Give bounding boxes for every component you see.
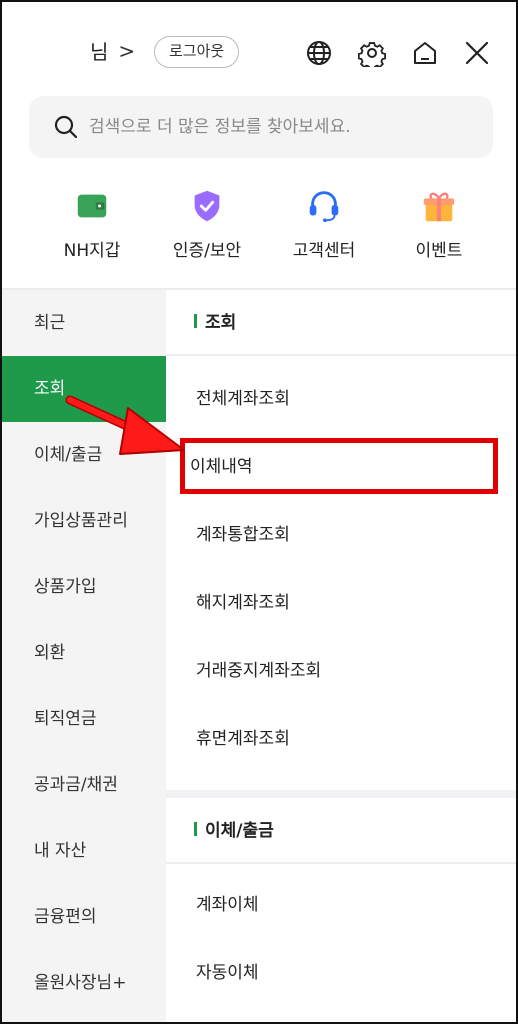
section-accent-bar <box>194 822 197 836</box>
user-name: 님 <box>90 40 109 64</box>
user-profile-link[interactable]: 님 > <box>90 36 135 65</box>
nav-item-foreign-exchange[interactable]: 외환 <box>2 620 166 686</box>
highlight-box <box>180 438 498 494</box>
section-title: 조회 <box>205 313 237 333</box>
quick-item-label: 인증/보안 <box>172 241 242 261</box>
section-header-transfer: 이체/출금 <box>166 798 516 864</box>
quick-item-nh-wallet[interactable]: NH지갑 <box>32 186 152 261</box>
quick-item-label: 이벤트 <box>415 241 463 261</box>
section-divider <box>166 790 516 798</box>
quick-item-label: NH지갑 <box>63 241 121 261</box>
headset-icon <box>304 186 344 226</box>
nav-item-financial-convenience[interactable]: 금융편의 <box>2 884 166 950</box>
left-category-nav: 최근 조회 이체/출금 가입상품관리 상품가입 외환 퇴직연금 공과금/채권 내… <box>2 290 166 1022</box>
divider <box>166 354 516 356</box>
gift-icon <box>419 186 459 226</box>
section-header-inquiry: 조회 <box>166 290 516 356</box>
top-bar: 님 > 로그아웃 <box>2 26 516 78</box>
nav-item-recent[interactable]: 최근 <box>2 290 166 356</box>
menu-item-integrated-accounts[interactable]: 계좌통합조회 <box>166 502 516 568</box>
nav-item-my-assets[interactable]: 내 자산 <box>2 818 166 884</box>
submenu-panel: 조회 전체계좌조회 이체내역 계좌통합조회 해지계좌조회 거래중지계좌조회 휴면… <box>166 290 516 1022</box>
nav-item-utility-bonds[interactable]: 공과금/채권 <box>2 752 166 818</box>
search-input[interactable] <box>89 117 469 137</box>
divider <box>166 862 516 864</box>
nav-item-inquiry[interactable]: 조회 <box>2 356 166 422</box>
quick-item-auth-security[interactable]: 인증/보안 <box>147 186 267 261</box>
nav-item-transfer[interactable]: 이체/출금 <box>2 422 166 488</box>
nav-item-product-signup[interactable]: 상품가입 <box>2 554 166 620</box>
home-icon[interactable] <box>410 38 440 68</box>
shield-check-icon <box>187 186 227 226</box>
globe-icon[interactable] <box>304 38 334 68</box>
nav-item-product-management[interactable]: 가입상품관리 <box>2 488 166 554</box>
nav-item-pension[interactable]: 퇴직연금 <box>2 686 166 752</box>
nav-item-allone-boss[interactable]: 올원사장님+ <box>2 950 166 1016</box>
menu-item-suspended-accounts[interactable]: 거래중지계좌조회 <box>166 638 516 704</box>
quick-item-event[interactable]: 이벤트 <box>379 186 499 261</box>
app-frame: 님 > 로그아웃 검색으로 더 많은 정보를 찾아보세요. NH지갑 인증/보안… <box>0 0 518 1024</box>
wallet-icon <box>72 186 112 226</box>
quick-item-label: 고객센터 <box>292 241 356 261</box>
chevron-right-icon: > <box>118 38 136 63</box>
menu-item-dormant-accounts[interactable]: 휴면계좌조회 <box>166 706 516 772</box>
logout-button[interactable]: 로그아웃 <box>154 36 240 68</box>
menu-item-auto-transfer[interactable]: 자동이체 <box>166 940 516 1006</box>
gear-icon[interactable] <box>357 38 387 68</box>
section-accent-bar <box>194 314 197 328</box>
menu-item-account-transfer[interactable]: 계좌이체 <box>166 872 516 938</box>
menu-item-closed-accounts[interactable]: 해지계좌조회 <box>166 570 516 636</box>
menu-item-all-accounts[interactable]: 전체계좌조회 <box>166 366 516 432</box>
quick-menu: NH지갑 인증/보안 고객센터 이벤트 <box>2 186 516 266</box>
quick-item-customer-center[interactable]: 고객센터 <box>264 186 384 261</box>
close-icon[interactable] <box>462 38 492 68</box>
section-title: 이체/출금 <box>205 821 274 841</box>
search-bar[interactable] <box>29 96 493 158</box>
search-icon <box>54 115 78 139</box>
